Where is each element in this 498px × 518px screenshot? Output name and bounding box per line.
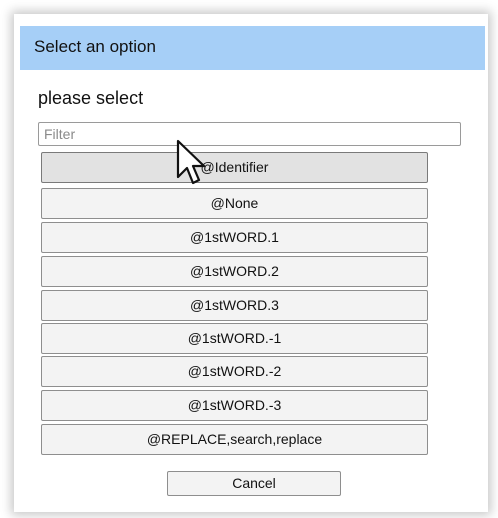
option-1stword-2-button[interactable]: @1stWORD.2 [41,256,428,287]
option-1stword-minus-3-button[interactable]: @1stWORD.-3 [41,390,428,421]
option-1stword-1-button[interactable]: @1stWORD.1 [41,222,428,253]
option-replace-button[interactable]: @REPLACE,search,replace [41,424,428,455]
option-1stword-minus-1-button[interactable]: @1stWORD.-1 [41,323,428,354]
cancel-button[interactable]: Cancel [167,471,341,496]
screen: Select an option please select @Identifi… [0,0,498,518]
option-1stword-3-button[interactable]: @1stWORD.3 [41,290,428,321]
dialog-prompt: please select [38,88,144,108]
filter-input[interactable] [38,122,461,146]
option-1stword-minus-2-button[interactable]: @1stWORD.-2 [41,356,428,387]
option-identifier-button[interactable]: @Identifier [41,152,428,183]
dialog-title: Select an option [34,37,156,56]
option-none-button[interactable]: @None [41,188,428,219]
